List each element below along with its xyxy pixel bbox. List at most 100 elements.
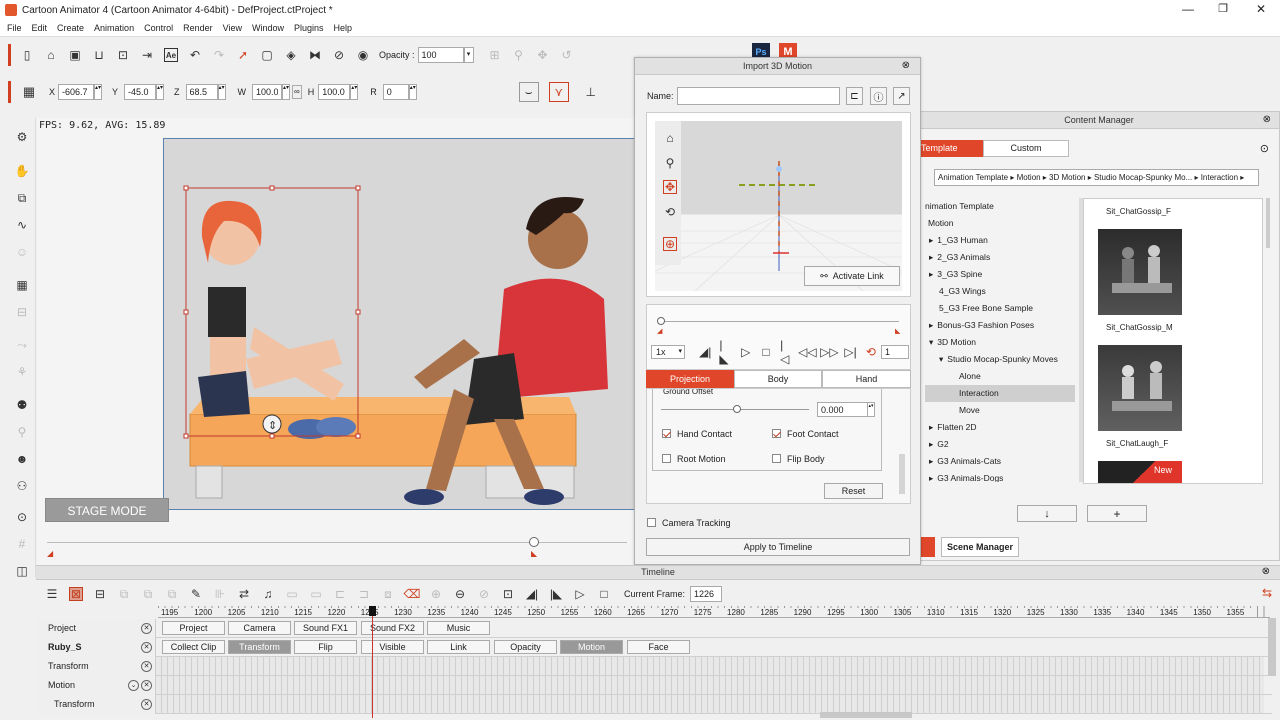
tree-item[interactable]: 4_G3 Wings <box>925 283 1075 300</box>
cart-icon[interactable]: ⊔ <box>92 48 106 62</box>
edit-key-icon[interactable]: ✎ <box>189 587 203 601</box>
select-arrow-icon[interactable]: ➚ <box>236 48 250 62</box>
export-icon[interactable]: ⊡ <box>116 48 130 62</box>
delete-track-icon[interactable]: ⊠ <box>69 587 83 601</box>
h-spinner[interactable]: ▴▾ <box>350 84 359 100</box>
tree-item[interactable]: nimation Template <box>925 198 1075 215</box>
sprite-icon[interactable]: ⧉ <box>15 191 29 205</box>
sound-fx1-button[interactable]: Sound FX1 <box>294 621 357 635</box>
save-icon[interactable]: ▣ <box>68 48 82 62</box>
sound-fx2-button[interactable]: Sound FX2 <box>361 621 424 635</box>
prev-key-icon[interactable]: ◢| <box>699 345 711 359</box>
opacity-button[interactable]: Opacity <box>494 640 557 654</box>
stage-scrubber-knob[interactable] <box>529 537 539 547</box>
3d-preview-viewport[interactable]: ⌂ ⚲ ✥ ⟲ ⊕ ⚯ Activate Link <box>654 121 903 292</box>
rewind-icon[interactable]: ◁◁ <box>798 345 816 359</box>
sound-key-icon[interactable]: ♫ <box>261 587 275 601</box>
breadcrumb[interactable]: Animation Template ▸ Motion ▸ 3D Motion … <box>934 169 1259 186</box>
puppet-icon[interactable]: ⚉ <box>15 398 29 412</box>
opacity-dropdown-icon[interactable]: ▾ <box>463 47 474 63</box>
x-spinner[interactable]: ▴▾ <box>94 84 103 100</box>
track-expand-icon[interactable]: ⌄ <box>128 680 139 691</box>
open-folder-icon[interactable]: ⌂ <box>44 48 58 62</box>
play-icon[interactable]: ▷ <box>740 345 752 359</box>
add-button[interactable]: + <box>1087 505 1147 522</box>
rotate-view-icon[interactable]: ⟲ <box>663 205 677 219</box>
apply-to-timeline-button[interactable]: Apply to Timeline <box>646 538 910 556</box>
loop-end-icon[interactable]: ◣ <box>895 327 900 335</box>
open-folder-icon[interactable]: ⊏ <box>846 87 863 105</box>
expand-arrow-icon[interactable]: ▸ <box>929 252 933 262</box>
loop-icon[interactable]: ⟲ <box>865 345 877 359</box>
link-ratio-icon[interactable]: ∞ <box>292 85 302 99</box>
thumb-sit-chatlaugh-f[interactable] <box>1098 345 1182 431</box>
project-button[interactable]: Project <box>162 621 225 635</box>
tab-template[interactable]: Template <box>919 140 983 157</box>
collapse-chevron-icon[interactable]: ⊙ <box>1260 142 1269 155</box>
activate-link-button[interactable]: ⚯ Activate Link <box>804 266 900 286</box>
list-icon[interactable]: ☰ <box>45 587 59 601</box>
motion-pilot-icon[interactable]: ⚇ <box>15 479 29 493</box>
flip-icon[interactable]: ⧓ <box>308 48 322 62</box>
move-view-icon[interactable]: ✥ <box>663 180 677 194</box>
preview-scrub-knob[interactable] <box>657 317 665 325</box>
playhead-handle[interactable] <box>369 606 376 616</box>
actor-icon[interactable]: ✋ <box>15 164 30 178</box>
new-file-icon[interactable]: ▯ <box>20 48 34 62</box>
visible-button[interactable]: Visible <box>361 640 424 654</box>
ground-offset-spinner[interactable]: ▴▾ <box>867 402 875 417</box>
h-input[interactable] <box>318 84 351 100</box>
tree-item[interactable]: ▸ G2 <box>925 436 1075 453</box>
next-frame-icon[interactable]: |◣ <box>549 587 563 601</box>
timeline-hscroll[interactable] <box>820 712 912 718</box>
ground-offset-input[interactable] <box>817 402 869 417</box>
root-motion-checkbox[interactable]: Root Motion <box>662 454 726 464</box>
external-link-icon[interactable]: ↗ <box>893 87 910 105</box>
timeline-vscroll[interactable] <box>1268 618 1276 676</box>
tree-item[interactable]: ▸ 1_G3 Human <box>925 232 1075 249</box>
motion-track-button[interactable]: Motion <box>560 640 623 654</box>
ease-in-icon[interactable]: ⌣ <box>518 82 539 102</box>
range-start-icon[interactable]: ◢ <box>47 549 53 558</box>
stop-icon[interactable]: □ <box>760 345 772 359</box>
content-manager-tab[interactable] <box>919 537 935 557</box>
text-ae-icon[interactable]: Ae <box>164 48 178 62</box>
fit-view-icon[interactable]: ⊕ <box>663 237 677 251</box>
expand-arrow-icon[interactable]: ▸ <box>929 320 933 330</box>
ground-offset-slider-knob[interactable] <box>733 405 741 413</box>
tree-item[interactable]: ▸ 2_G3 Animals <box>925 249 1075 266</box>
tree-item[interactable]: ▾ 3D Motion <box>925 334 1075 351</box>
link-icon[interactable]: ⊘ <box>332 48 346 62</box>
expand-arrow-icon[interactable]: ▸ <box>929 473 933 482</box>
name-input[interactable] <box>677 87 840 105</box>
track-close-icon[interactable]: ✕ <box>141 680 152 691</box>
tab-hand[interactable]: Hand <box>822 370 911 388</box>
tree-item[interactable]: Alone <box>925 368 1075 385</box>
layer-select-icon[interactable]: ⊟ <box>93 587 107 601</box>
camera-search-icon[interactable]: ⊙ <box>15 510 29 524</box>
link-button[interactable]: Link <box>427 640 490 654</box>
menu-create[interactable]: Create <box>57 23 84 33</box>
tree-item[interactable]: ▸ Flatten 2D <box>925 419 1075 436</box>
music-button[interactable]: Music <box>427 621 490 635</box>
home-view-icon[interactable]: ⌂ <box>663 131 677 145</box>
hand-contact-checkbox[interactable]: Hand Contact <box>662 429 732 439</box>
thumb-sit-chatgossip-m[interactable] <box>1098 229 1182 315</box>
menu-help[interactable]: Help <box>334 23 353 33</box>
timeline-options-icon[interactable]: ⇆ <box>1262 586 1272 600</box>
tab-custom[interactable]: Custom <box>983 140 1069 157</box>
redo-icon[interactable]: ↷ <box>212 48 226 62</box>
tree-item[interactable]: ▾ Studio Mocap-Spunky Moves <box>925 351 1075 368</box>
track-close-icon[interactable]: ✕ <box>141 661 152 672</box>
expand-arrow-icon[interactable]: ▸ <box>929 456 933 466</box>
x-input[interactable] <box>58 84 95 100</box>
download-button[interactable]: ↓ <box>1017 505 1077 522</box>
erase-icon[interactable]: ⌫ <box>404 587 421 601</box>
step-forward-icon[interactable]: ▷| <box>844 345 856 359</box>
timeline-grid-icon[interactable]: ▦ <box>15 278 29 292</box>
loop-count-input[interactable] <box>880 345 909 359</box>
reset-button[interactable]: Reset <box>824 483 883 499</box>
tree-item[interactable]: ▸ G3 Animals-Dogs <box>925 470 1075 482</box>
z-spinner[interactable]: ▴▾ <box>217 84 226 100</box>
motion-keys[interactable] <box>156 676 1264 694</box>
